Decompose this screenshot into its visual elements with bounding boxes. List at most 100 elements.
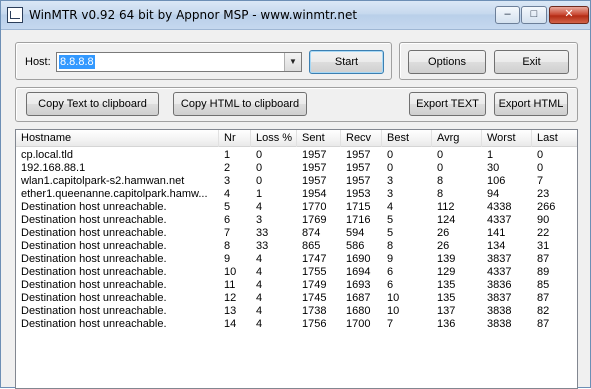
cell-nr: 12 (224, 292, 237, 304)
start-button[interactable]: Start (309, 50, 384, 74)
cell-worst: 134 (487, 240, 506, 252)
cell-loss: 33 (256, 240, 269, 252)
cell-loss: 4 (256, 266, 263, 278)
cell-avrg: 0 (437, 149, 444, 161)
cell-hostname: Destination host unreachable. (21, 292, 167, 304)
cell-best: 4 (387, 201, 394, 213)
cell-last: 87 (537, 253, 550, 265)
table-row[interactable]: Destination host unreachable. 14 4 1756 1700… (16, 318, 577, 331)
table-row[interactable]: Destination host unreachable. 10 4 1755 1694… (16, 266, 577, 279)
close-button[interactable]: ✕ (549, 6, 589, 24)
cell-sent: 1954 (302, 188, 327, 200)
column-header-nr[interactable]: Nr (219, 130, 251, 147)
cell-recv: 1694 (346, 266, 371, 278)
chevron-down-icon[interactable]: ▼ (284, 53, 301, 71)
column-header-sent[interactable]: Sent (297, 130, 341, 147)
cell-recv: 1690 (346, 253, 371, 265)
cell-worst: 3838 (487, 318, 512, 330)
cell-avrg: 139 (437, 253, 456, 265)
table-row[interactable]: wlan1.capitolpark-s2.hamwan.net 3 0 1957 195… (16, 175, 577, 188)
table-row[interactable]: Destination host unreachable. 13 4 1738 1680… (16, 305, 577, 318)
table-row[interactable]: cp.local.tld 1 0 1957 1957 0 0 1 0 (16, 149, 577, 162)
cell-last: 22 (537, 227, 550, 239)
cell-recv: 1957 (346, 162, 371, 174)
options-button[interactable]: Options (408, 50, 486, 74)
cell-sent: 1747 (302, 253, 327, 265)
table-row[interactable]: 192.168.88.1 2 0 1957 1957 0 0 30 0 (16, 162, 577, 175)
host-combobox[interactable]: 8.8.8.8 ▼ (56, 52, 302, 72)
host-input-value[interactable]: 8.8.8.8 (59, 55, 95, 69)
cell-nr: 9 (224, 253, 231, 265)
cell-recv: 1716 (346, 214, 371, 226)
cell-hostname: cp.local.tld (21, 149, 73, 161)
cell-hostname: Destination host unreachable. (21, 240, 167, 252)
cell-hostname: wlan1.capitolpark-s2.hamwan.net (21, 175, 185, 187)
title-bar[interactable]: WinMTR v0.92 64 bit by Appnor MSP - www.… (1, 1, 590, 30)
winmtr-window: WinMTR v0.92 64 bit by Appnor MSP - www.… (0, 0, 591, 389)
table-row[interactable]: Destination host unreachable. 6 3 1769 1716 5… (16, 214, 577, 227)
cell-last: 90 (537, 214, 550, 226)
cell-last: 266 (537, 201, 556, 213)
copy-text-button[interactable]: Copy Text to clipboard (26, 92, 159, 116)
cell-sent: 1755 (302, 266, 327, 278)
cell-avrg: 112 (437, 201, 455, 213)
cell-avrg: 136 (437, 318, 456, 330)
cell-loss: 4 (256, 318, 263, 330)
cell-sent: 1769 (302, 214, 327, 226)
cell-worst: 30 (487, 162, 500, 174)
results-table[interactable]: Hostname Nr Loss % Sent Recv Best Avrg W… (15, 129, 578, 389)
cell-hostname: Destination host unreachable. (21, 253, 167, 265)
cell-recv: 1693 (346, 279, 371, 291)
window-title: WinMTR v0.92 64 bit by Appnor MSP - www.… (29, 8, 358, 22)
cell-nr: 1 (224, 149, 231, 161)
table-row[interactable]: Destination host unreachable. 8 33 865 586 8 2… (16, 240, 577, 253)
cell-hostname: 192.168.88.1 (21, 162, 86, 174)
export-html-button[interactable]: Export HTML (494, 92, 568, 116)
copy-html-button[interactable]: Copy HTML to clipboard (173, 92, 307, 116)
column-header-hostname[interactable]: Hostname (16, 130, 219, 147)
cell-avrg: 129 (437, 266, 456, 278)
cell-recv: 1953 (346, 188, 371, 200)
cell-best: 7 (387, 318, 394, 330)
cell-nr: 6 (224, 214, 231, 226)
column-header-recv[interactable]: Recv (341, 130, 382, 147)
table-row[interactable]: Destination host unreachable. 11 4 1749 1693… (16, 279, 577, 292)
table-row[interactable]: Destination host unreachable. 12 4 1745 1687… (16, 292, 577, 305)
cell-avrg: 135 (437, 292, 456, 304)
cell-loss: 4 (256, 292, 263, 304)
column-header-worst[interactable]: Worst (482, 130, 532, 147)
cell-sent: 1745 (302, 292, 327, 304)
cell-loss: 0 (256, 149, 263, 161)
cell-last: 0 (537, 162, 544, 174)
cell-loss: 4 (256, 253, 263, 265)
column-header-loss[interactable]: Loss % (251, 130, 297, 147)
cell-nr: 5 (224, 201, 231, 213)
column-header-best[interactable]: Best (382, 130, 432, 147)
cell-loss: 0 (256, 175, 263, 187)
cell-last: 87 (537, 318, 550, 330)
cell-best: 0 (387, 162, 394, 174)
column-header-avrg[interactable]: Avrg (432, 130, 482, 147)
maximize-button[interactable]: □ (521, 6, 547, 24)
table-row[interactable]: Destination host unreachable. 5 4 1770 1715 4… (16, 201, 577, 214)
cell-avrg: 26 (437, 227, 450, 239)
cell-best: 0 (387, 149, 394, 161)
cell-nr: 13 (224, 305, 237, 317)
cell-last: 0 (537, 149, 544, 161)
column-header-last[interactable]: Last (532, 130, 577, 147)
export-text-button[interactable]: Export TEXT (409, 92, 486, 116)
cell-recv: 1957 (346, 175, 371, 187)
table-row[interactable]: Destination host unreachable. 9 4 1747 1690 9… (16, 253, 577, 266)
exit-button[interactable]: Exit (494, 50, 569, 74)
table-row[interactable]: ether1.queenanne.capitolpark.hamw... 4 1 19… (16, 188, 577, 201)
cell-sent: 874 (302, 227, 321, 239)
cell-hostname: Destination host unreachable. (21, 214, 167, 226)
cell-sent: 1749 (302, 279, 327, 291)
table-row[interactable]: Destination host unreachable. 7 33 874 594 5 2… (16, 227, 577, 240)
cell-hostname: Destination host unreachable. (21, 227, 167, 239)
cell-best: 3 (387, 175, 394, 187)
cell-last: 85 (537, 279, 550, 291)
cell-worst: 141 (487, 227, 506, 239)
cell-recv: 1715 (346, 201, 371, 213)
minimize-button[interactable]: – (495, 6, 520, 24)
